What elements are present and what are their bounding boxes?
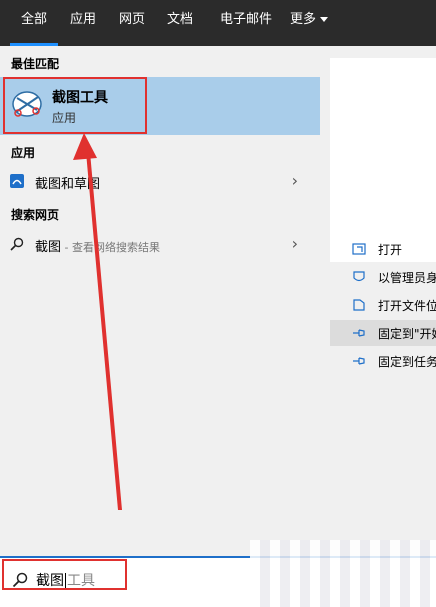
annotation-arrow (73, 133, 122, 510)
